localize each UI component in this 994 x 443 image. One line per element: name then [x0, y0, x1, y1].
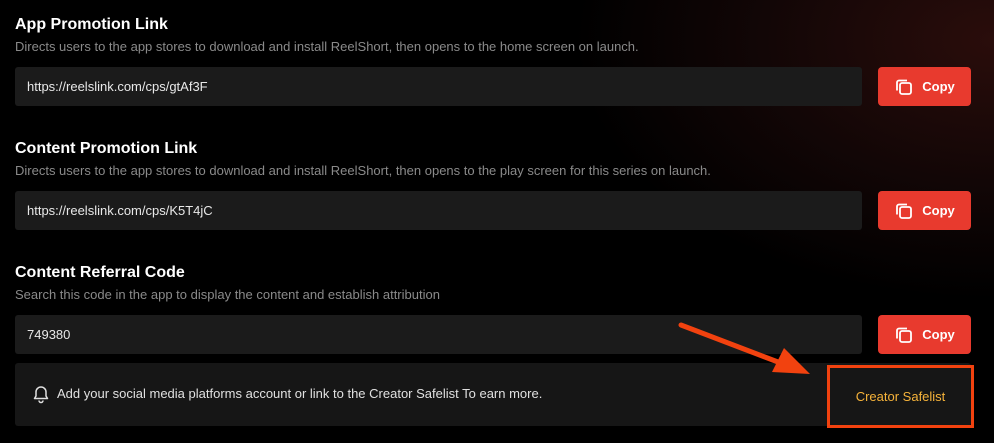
- copy-label: Copy: [922, 79, 955, 94]
- copy-app-promotion-button[interactable]: Copy: [878, 67, 971, 106]
- notice-text: Add your social media platforms account …: [57, 386, 543, 401]
- creator-safelist-highlight: Creator Safelist: [827, 365, 974, 428]
- section-description: Search this code in the app to display t…: [15, 287, 440, 302]
- copy-icon: [894, 201, 914, 221]
- app-promotion-row: https://reelslink.com/cps/gtAf3F Copy: [15, 67, 971, 106]
- referral-code-field[interactable]: 749380: [15, 315, 862, 354]
- content-promotion-section: Content Promotion Link Directs users to …: [15, 139, 971, 179]
- creator-safelist-link[interactable]: Creator Safelist: [830, 368, 971, 425]
- copy-label: Copy: [922, 203, 955, 218]
- section-description: Directs users to the app stores to downl…: [15, 163, 711, 178]
- bell-icon: [32, 385, 50, 409]
- content-referral-section: Content Referral Code Search this code i…: [15, 263, 971, 303]
- section-title: App Promotion Link: [15, 16, 168, 33]
- copy-icon: [894, 77, 914, 97]
- copy-icon: [894, 325, 914, 345]
- section-title: Content Promotion Link: [15, 140, 198, 157]
- app-promotion-link-field[interactable]: https://reelslink.com/cps/gtAf3F: [15, 67, 862, 106]
- section-title: Content Referral Code: [15, 264, 185, 281]
- app-promotion-section: App Promotion Link Directs users to the …: [15, 15, 971, 55]
- content-referral-row: 749380 Copy: [15, 315, 971, 354]
- copy-content-promotion-button[interactable]: Copy: [878, 191, 971, 230]
- content-promotion-link-field[interactable]: https://reelslink.com/cps/K5T4jC: [15, 191, 862, 230]
- section-description: Directs users to the app stores to downl…: [15, 39, 639, 54]
- copy-referral-code-button[interactable]: Copy: [878, 315, 971, 354]
- content-promotion-row: https://reelslink.com/cps/K5T4jC Copy: [15, 191, 971, 230]
- copy-label: Copy: [922, 327, 955, 342]
